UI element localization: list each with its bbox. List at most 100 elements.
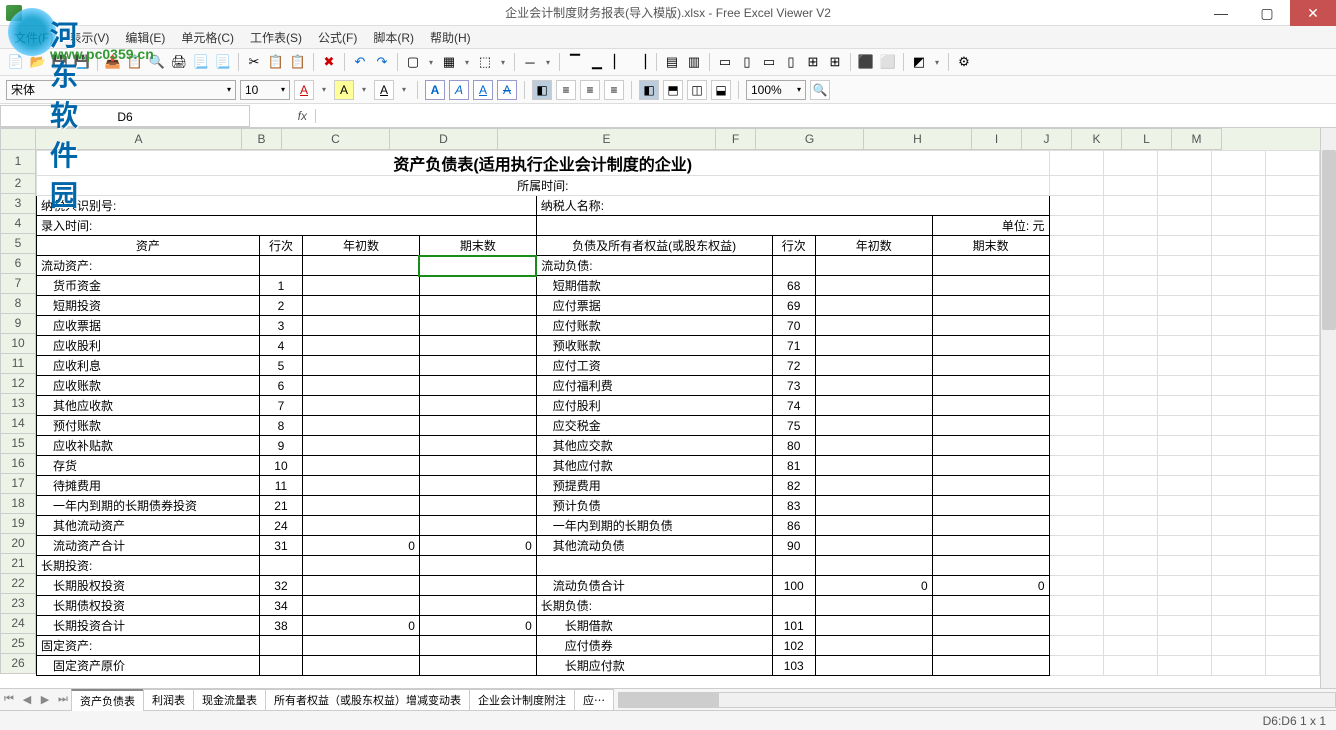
minimize-button[interactable]: — xyxy=(1198,0,1244,26)
row-header-12[interactable]: 12 xyxy=(0,374,36,394)
insert-col-icon[interactable]: ▯ xyxy=(737,52,757,72)
font-color-drop[interactable]: ▾ xyxy=(318,85,330,94)
cell-h20[interactable] xyxy=(932,536,1049,556)
settings-icon[interactable]: ⚙ xyxy=(954,52,974,72)
cell-c8[interactable] xyxy=(303,296,420,316)
col-header-i[interactable]: I xyxy=(972,128,1022,150)
row-header-15[interactable]: 15 xyxy=(0,434,36,454)
border-h-icon[interactable]: ▤ xyxy=(662,52,682,72)
cell-f23[interactable] xyxy=(772,596,815,616)
tab-nav-last[interactable]: ⏭ xyxy=(54,693,72,706)
font-color2-drop[interactable]: ▾ xyxy=(398,85,410,94)
grid1-icon[interactable]: ⊞ xyxy=(803,52,823,72)
cell-f8[interactable]: 69 xyxy=(772,296,815,316)
cell-f24[interactable]: 101 xyxy=(772,616,815,636)
cell-h-end[interactable]: 期末数 xyxy=(419,236,536,256)
cell-h10[interactable] xyxy=(932,336,1049,356)
row-header-1[interactable]: 1 xyxy=(0,150,36,174)
cell-h-end2[interactable]: 期末数 xyxy=(932,236,1049,256)
cell-h19[interactable] xyxy=(932,516,1049,536)
row-header-14[interactable]: 14 xyxy=(0,414,36,434)
cell-b22[interactable]: 32 xyxy=(259,576,302,596)
cell-f15[interactable]: 80 xyxy=(772,436,815,456)
cell-d17[interactable] xyxy=(419,476,536,496)
cell-a12[interactable]: 应收账款 xyxy=(37,376,260,396)
cell-g13[interactable] xyxy=(815,396,932,416)
cell-h9[interactable] xyxy=(932,316,1049,336)
col-header-e[interactable]: E xyxy=(498,128,716,150)
cell-c11[interactable] xyxy=(303,356,420,376)
border-none-drop[interactable]: ▾ xyxy=(497,58,509,67)
cell-h25[interactable] xyxy=(932,636,1049,656)
cell-h16[interactable] xyxy=(932,456,1049,476)
cell-h-line2[interactable]: 行次 xyxy=(772,236,815,256)
row-header-20[interactable]: 20 xyxy=(0,534,36,554)
cell-h17[interactable] xyxy=(932,476,1049,496)
row-header-10[interactable]: 10 xyxy=(0,334,36,354)
sheet-tab-1[interactable]: 资产负债表 xyxy=(71,689,144,711)
cell-d6[interactable] xyxy=(419,256,536,276)
cell-g18[interactable] xyxy=(815,496,932,516)
cell-a16[interactable]: 存货 xyxy=(37,456,260,476)
menu-cell[interactable]: 单元格(C) xyxy=(175,27,240,48)
cell-a17[interactable]: 待摊费用 xyxy=(37,476,260,496)
cell-d22[interactable] xyxy=(419,576,536,596)
tab-nav-prev[interactable]: ◀ xyxy=(18,693,36,706)
font-color-icon[interactable]: A xyxy=(294,80,314,100)
cell-a23[interactable]: 长期债权投资 xyxy=(37,596,260,616)
font-select[interactable]: 宋体▾ xyxy=(6,80,236,100)
row-header-8[interactable]: 8 xyxy=(0,294,36,314)
horizontal-scroll-thumb[interactable] xyxy=(619,693,719,707)
cell-b25[interactable] xyxy=(259,636,302,656)
col-header-c[interactable]: C xyxy=(282,128,390,150)
cell-e11[interactable]: 应付工资 xyxy=(536,356,772,376)
cell-a11[interactable]: 应收利息 xyxy=(37,356,260,376)
cell-e24[interactable]: 长期借款 xyxy=(536,616,772,636)
cell-e7[interactable]: 短期借款 xyxy=(536,276,772,296)
row-header-4[interactable]: 4 xyxy=(0,214,36,234)
page-setup-icon[interactable]: 📋 xyxy=(125,52,145,72)
menu-help[interactable]: 帮助(H) xyxy=(424,27,477,48)
cell-c17[interactable] xyxy=(303,476,420,496)
cell-d24[interactable]: 0 xyxy=(419,616,536,636)
cell-d13[interactable] xyxy=(419,396,536,416)
cell-a8[interactable]: 短期投资 xyxy=(37,296,260,316)
cell-h7[interactable] xyxy=(932,276,1049,296)
cell-a22[interactable]: 长期股权投资 xyxy=(37,576,260,596)
cell-a19[interactable]: 其他流动资产 xyxy=(37,516,260,536)
cell-b17[interactable]: 11 xyxy=(259,476,302,496)
horizontal-scrollbar[interactable] xyxy=(618,692,1336,708)
cell-g26[interactable] xyxy=(815,656,932,676)
grid2-icon[interactable]: ⊞ xyxy=(825,52,845,72)
cell-f18[interactable]: 83 xyxy=(772,496,815,516)
cell-a7[interactable]: 货币资金 xyxy=(37,276,260,296)
cell-b15[interactable]: 9 xyxy=(259,436,302,456)
cell-grid[interactable]: 资产负债表(适用执行企业会计制度的企业)所属时间:纳税人识别号:纳税人名称:录入… xyxy=(36,150,1320,688)
copy-icon[interactable]: 📋 xyxy=(266,52,286,72)
menu-formula[interactable]: 公式(F) xyxy=(312,27,363,48)
cell-f21[interactable] xyxy=(772,556,815,576)
cell-g21[interactable] xyxy=(815,556,932,576)
cell-g6[interactable] xyxy=(815,256,932,276)
cell-e25[interactable]: 应付债券 xyxy=(536,636,772,656)
cell-h18[interactable] xyxy=(932,496,1049,516)
close-button[interactable]: ✕ xyxy=(1290,0,1336,26)
border-bottom-icon[interactable]: ▁ xyxy=(587,52,607,72)
cell-a26[interactable]: 固定资产原价 xyxy=(37,656,260,676)
menu-script[interactable]: 脚本(R) xyxy=(367,27,420,48)
valign-top-icon[interactable]: ⬒ xyxy=(663,80,683,100)
cell-b10[interactable]: 4 xyxy=(259,336,302,356)
cell-f7[interactable]: 68 xyxy=(772,276,815,296)
delete-row-icon[interactable]: ▭ xyxy=(759,52,779,72)
cell-d7[interactable] xyxy=(419,276,536,296)
border-left-icon[interactable]: ▏ xyxy=(609,52,629,72)
cell-d8[interactable] xyxy=(419,296,536,316)
cell-g8[interactable] xyxy=(815,296,932,316)
cell-title[interactable]: 资产负债表(适用执行企业会计制度的企业) xyxy=(37,151,1050,176)
zoom-fit-icon[interactable]: 🔍 xyxy=(810,80,830,100)
cell-a21[interactable]: 长期投资: xyxy=(37,556,260,576)
cut-icon[interactable]: ✂ xyxy=(244,52,264,72)
cell-d18[interactable] xyxy=(419,496,536,516)
cell-f12[interactable]: 73 xyxy=(772,376,815,396)
cell-b7[interactable]: 1 xyxy=(259,276,302,296)
